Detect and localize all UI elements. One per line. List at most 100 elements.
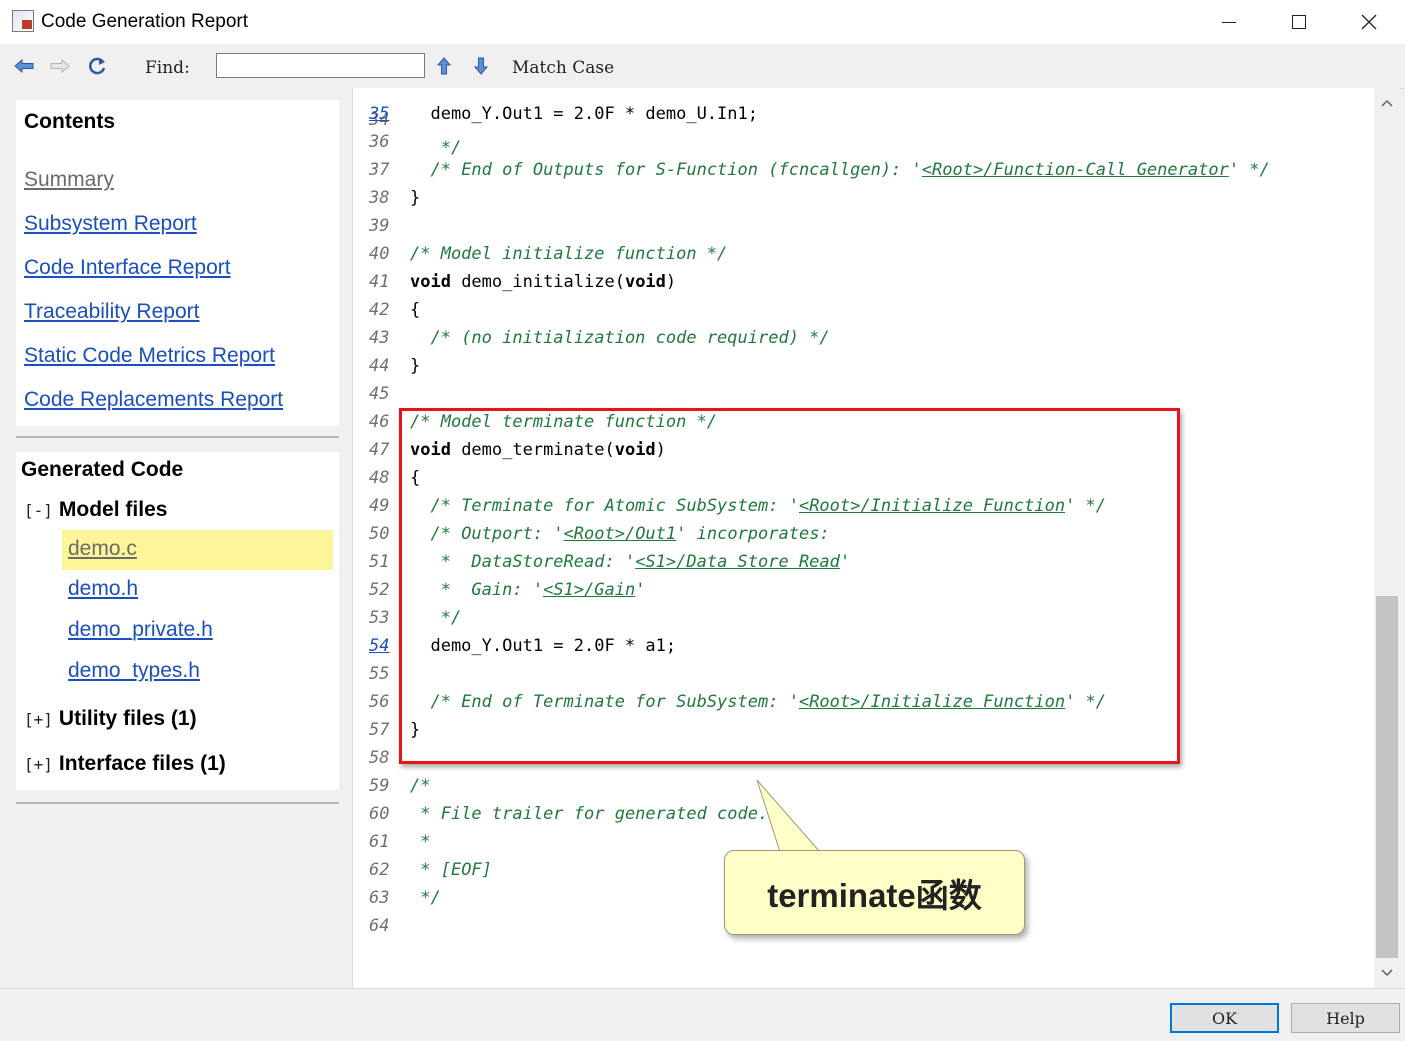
chevron-up-icon xyxy=(1381,99,1393,107)
code-token: ' */ xyxy=(1065,692,1107,712)
code-text: * DataStoreRead: '<S1>/Data Store Read' xyxy=(410,548,850,576)
window-title: Code Generation Report xyxy=(41,11,249,32)
find-previous-button[interactable] xyxy=(432,55,456,77)
code-hyperlink[interactable]: <Root>/Initialize Function xyxy=(799,692,1065,712)
code-text: { xyxy=(410,296,420,324)
code-text: /* End of Outputs for S-Function (fcncal… xyxy=(410,156,1269,184)
arrow-down-icon xyxy=(473,57,489,75)
line-number: 42 xyxy=(369,300,390,320)
help-button[interactable]: Help xyxy=(1291,1003,1400,1033)
code-hyperlink[interactable]: <Root>/Function-Call Generator xyxy=(922,160,1229,180)
code-token: demo_Y.Out1 = 2.0F * demo_U.In1; xyxy=(410,104,758,124)
file-link-demo-h[interactable]: demo.h xyxy=(68,577,138,601)
code-text: /* Model initialize function */ xyxy=(410,240,727,268)
match-case-toggle[interactable]: Match Case xyxy=(512,58,614,78)
line-number: 45 xyxy=(369,384,390,404)
static-code-metrics-report-link[interactable]: Static Code Metrics Report xyxy=(24,344,275,368)
code-token: void xyxy=(624,272,666,292)
line-number: 52 xyxy=(369,580,390,600)
code-hyperlink[interactable]: <Root>/Initialize Function xyxy=(799,496,1065,516)
code-token: /* (no initialization code required) */ xyxy=(430,328,830,348)
code-token: void xyxy=(410,440,451,460)
line-number[interactable]: 54 xyxy=(369,632,405,660)
find-input[interactable] xyxy=(216,53,425,78)
line-number: 58 xyxy=(369,748,390,768)
line-number[interactable]: 35 xyxy=(369,100,405,128)
code-text: * xyxy=(410,828,431,856)
line-number: 61 xyxy=(369,832,390,852)
model-files-node[interactable]: [-] Model files xyxy=(24,498,167,522)
maximize-button[interactable] xyxy=(1264,0,1334,44)
code-token: ) xyxy=(665,272,677,292)
expand-toggle[interactable]: [+] xyxy=(24,710,53,729)
code-token: /* Outport: ' xyxy=(430,524,564,544)
code-token: } xyxy=(410,188,421,208)
annotation-callout: terminate函数 xyxy=(724,850,1025,935)
line-number: 57 xyxy=(369,720,390,740)
code-hyperlink[interactable]: <Root>/Out1 xyxy=(564,524,677,544)
code-token: demo_terminate( xyxy=(450,440,615,460)
code-text: /* Model terminate function */ xyxy=(410,408,717,436)
collapse-toggle[interactable]: [-] xyxy=(24,501,53,520)
code-interface-report-link[interactable]: Code Interface Report xyxy=(24,256,231,280)
scroll-thumb[interactable] xyxy=(1376,596,1398,958)
title-bar: Code Generation Report xyxy=(0,0,1405,44)
ok-button[interactable]: OK xyxy=(1170,1003,1279,1033)
code-text: demo_Y.Out1 = 2.0F * a1; xyxy=(410,632,676,660)
find-next-button[interactable] xyxy=(469,55,493,77)
interface-files-node[interactable]: [+] Interface files (1) xyxy=(24,752,226,776)
line-number: 39 xyxy=(369,216,390,236)
close-icon xyxy=(1361,14,1377,30)
model-files-label: Model files xyxy=(58,498,168,521)
code-token: { xyxy=(410,300,421,320)
back-button[interactable] xyxy=(12,55,36,77)
line-number: 62 xyxy=(369,860,390,880)
code-text: } xyxy=(410,184,420,212)
scroll-up-button[interactable] xyxy=(1374,90,1400,116)
code-token: } xyxy=(410,720,421,740)
expand-toggle[interactable]: [+] xyxy=(24,755,53,774)
code-hyperlink[interactable]: <S1>/Gain xyxy=(543,580,635,600)
code-token: ' xyxy=(839,552,851,572)
code-replacements-report-link[interactable]: Code Replacements Report xyxy=(24,388,283,412)
forward-button[interactable] xyxy=(48,55,72,77)
maximize-icon xyxy=(1292,15,1306,29)
traceability-report-link[interactable]: Traceability Report xyxy=(24,300,199,324)
line-number: 64 xyxy=(369,916,390,936)
utility-files-node[interactable]: [+] Utility files (1) xyxy=(24,707,197,731)
interface-files-label: Interface files (1) xyxy=(58,752,226,775)
contents-panel: Contents Summary Subsystem Report Code I… xyxy=(16,100,339,426)
code-token: void xyxy=(410,272,451,292)
minimize-icon xyxy=(1222,21,1236,23)
line-number: 46 xyxy=(369,412,390,432)
file-link-demo-private-h[interactable]: demo_private.h xyxy=(68,618,213,642)
summary-link[interactable]: Summary xyxy=(24,168,114,192)
contents-heading: Contents xyxy=(24,110,115,133)
file-link-demo-types-h[interactable]: demo_types.h xyxy=(68,659,200,683)
code-text: void demo_terminate(void) xyxy=(410,436,666,464)
file-link-demo-c[interactable]: demo.c xyxy=(62,530,333,570)
code-hyperlink[interactable]: <S1>/Data Store Read xyxy=(635,552,840,572)
close-button[interactable] xyxy=(1334,0,1404,44)
subsystem-report-link[interactable]: Subsystem Report xyxy=(24,212,197,236)
line-number: 56 xyxy=(369,692,390,712)
code-text: demo_Y.Out1 = 2.0F * demo_U.In1; xyxy=(410,100,758,128)
forward-arrow-icon xyxy=(50,58,70,74)
scroll-down-button[interactable] xyxy=(1374,960,1400,986)
code-token: /* Terminate for Atomic SubSystem: ' xyxy=(430,496,799,516)
vertical-scrollbar[interactable] xyxy=(1374,88,1400,988)
code-token: /* Model initialize function */ xyxy=(410,244,728,264)
code-text: */ xyxy=(410,604,461,632)
refresh-button[interactable] xyxy=(85,55,109,77)
line-number: 37 xyxy=(369,160,390,180)
code-text: * File trailer for generated code. xyxy=(410,800,768,828)
code-token: * xyxy=(420,832,431,852)
line-number: 47 xyxy=(369,440,390,460)
minimize-button[interactable] xyxy=(1194,0,1264,44)
